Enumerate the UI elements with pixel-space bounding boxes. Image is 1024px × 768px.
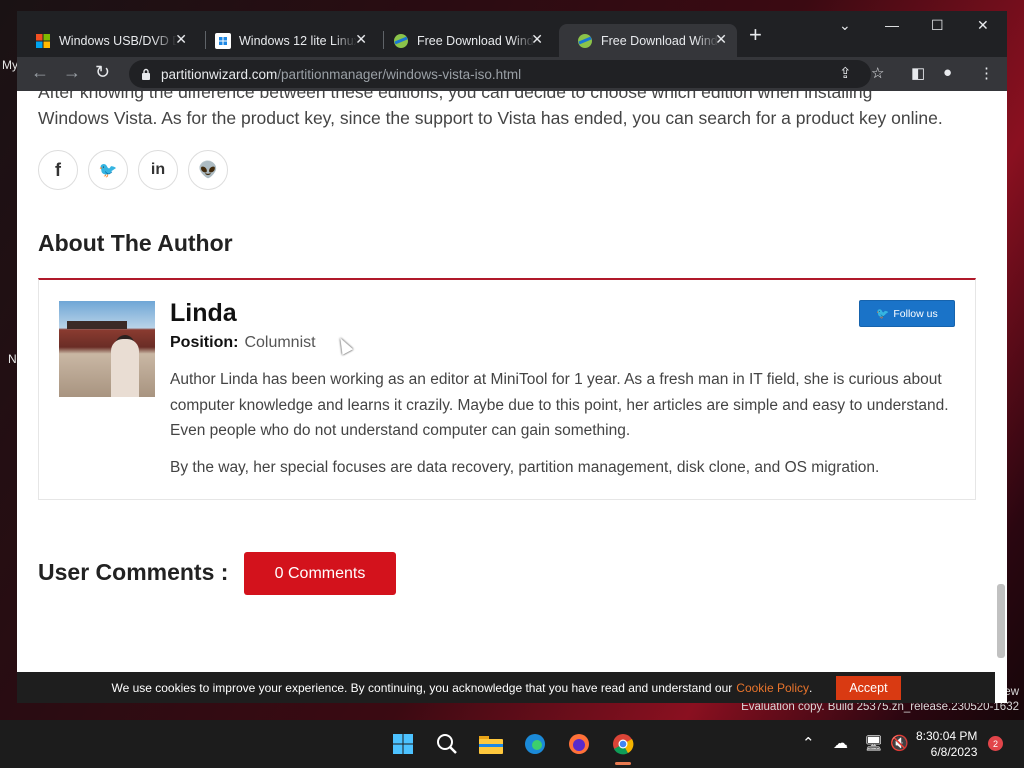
author-position: Position: Columnist — [170, 334, 316, 352]
position-label: Position: — [170, 334, 239, 351]
web-page: After knowing the difference between the… — [17, 91, 1007, 703]
tab-title: Free Download Wind — [417, 33, 534, 48]
tab-title: Windows USB/DVD D — [59, 33, 177, 48]
share-page-icon[interactable]: ⇪ — [839, 64, 852, 82]
cloud-off-icon[interactable]: ☁ — [833, 734, 848, 752]
tab-windows-12-lite[interactable]: Windows 12 lite Linux ✕ — [197, 24, 377, 57]
intro-line: Windows Vista. As for the product key, s… — [38, 108, 943, 128]
author-card: Linda Position: Columnist 🐦 Follow us Auth… — [38, 278, 976, 500]
tab-search-icon[interactable]: ⌄ — [839, 17, 851, 34]
back-icon[interactable]: ← — [31, 62, 49, 83]
edge-icon[interactable] — [523, 732, 547, 756]
partition-wizard-icon — [578, 33, 592, 48]
url-path: /partitionmanager/windows-vista-iso.html — [277, 66, 522, 82]
position-value: Columnist — [244, 334, 316, 351]
tab-close-icon[interactable]: ✕ — [715, 31, 727, 48]
tab-close-icon[interactable]: ✕ — [531, 31, 543, 48]
profile-icon[interactable]: ● — [943, 64, 952, 81]
about-author-heading: About The Author — [38, 230, 233, 256]
bookmark-star-icon[interactable]: ☆ — [871, 64, 884, 82]
cookie-banner: We use cookies to improve your experienc… — [17, 672, 995, 703]
browser-toolbar: ← → ↻ partitionwizard.com/partitionmanag… — [17, 57, 1007, 91]
forward-icon[interactable]: → — [63, 62, 81, 83]
intro-cut-line: After knowing the difference between the… — [38, 91, 873, 102]
menu-icon[interactable]: ⋮ — [979, 64, 994, 82]
network-icon[interactable]: 🖥 — [864, 734, 883, 752]
url-host: partitionwizard.com — [161, 66, 278, 82]
lock-icon — [142, 68, 150, 80]
clock-date: 6/8/2023 — [930, 745, 978, 759]
accept-cookies-button[interactable]: Accept — [836, 675, 901, 700]
tab-title: Free Download Wind — [601, 33, 718, 48]
twitter-icon[interactable]: 🐦 — [88, 150, 128, 190]
maximize-icon[interactable]: ☐ — [931, 17, 944, 34]
cookie-period: . — [808, 680, 813, 695]
author-name[interactable]: Linda — [170, 299, 237, 328]
notification-badge[interactable]: 2 — [988, 736, 1003, 751]
tab-close-icon[interactable]: ✕ — [175, 31, 187, 48]
bio-paragraph: By the way, her special focuses are data… — [170, 458, 880, 476]
author-photo — [59, 301, 155, 397]
desktop-label: My — [2, 58, 18, 72]
bio-paragraph: Author Linda has been working as an edit… — [170, 371, 949, 439]
facebook-icon[interactable]: f — [38, 150, 78, 190]
windows-logo-icon — [36, 33, 50, 48]
follow-us-button[interactable]: 🐦 Follow us — [859, 300, 955, 327]
tab-close-icon[interactable]: ✕ — [355, 31, 367, 48]
tab-windows-usb[interactable]: Windows USB/DVD D ✕ — [17, 24, 197, 57]
reload-icon[interactable]: ↻ — [95, 62, 110, 83]
taskbar-clock[interactable]: 8:30:04 PM 6/8/2023 — [916, 728, 977, 760]
taskbar: ⌃ ☁ 🖥 🔇 8:30:04 PM 6/8/2023 2 — [0, 720, 1024, 768]
new-tab-button[interactable]: + — [749, 24, 762, 46]
chevron-up-icon[interactable]: ⌃ — [802, 734, 815, 752]
author-bio: Author Linda has been working as an edit… — [170, 367, 950, 491]
tab-free-download-1[interactable]: Free Download Wind ✕ — [375, 24, 553, 57]
firefox-icon[interactable] — [567, 732, 591, 756]
user-comments-heading: User Comments : — [38, 559, 229, 585]
address-bar[interactable]: partitionwizard.com/partitionmanager/win… — [129, 60, 871, 88]
tab-title: Windows 12 lite Linux — [239, 33, 357, 48]
linkedin-icon[interactable]: in — [138, 150, 178, 190]
minimize-icon[interactable]: — — [885, 17, 899, 33]
cookie-text: We use cookies to improve your experienc… — [111, 680, 733, 695]
reddit-icon[interactable]: 👽 — [188, 150, 228, 190]
partition-wizard-icon — [394, 33, 408, 48]
volume-muted-icon[interactable]: 🔇 — [890, 734, 909, 752]
desktop-label: N — [8, 352, 17, 366]
clock-time: 8:30:04 PM — [916, 729, 978, 743]
tab-strip: Windows USB/DVD D ✕ Windows 12 lite Linu… — [17, 11, 1007, 57]
tab-free-download-active[interactable]: Free Download Wind ✕ — [559, 24, 737, 57]
page-scrollbar[interactable] — [997, 584, 1005, 658]
file-explorer-icon[interactable] — [479, 732, 503, 756]
chrome-icon[interactable] — [611, 732, 635, 756]
follow-label: Follow us — [893, 307, 938, 320]
start-windows-icon[interactable] — [391, 732, 415, 756]
intro-paragraph: After knowing the difference between the… — [38, 91, 978, 131]
page-favicon-icon — [215, 32, 231, 49]
browser-window: Windows USB/DVD D ✕ Windows 12 lite Linu… — [17, 11, 1007, 703]
close-window-icon[interactable]: ✕ — [977, 17, 989, 34]
search-icon[interactable] — [435, 732, 459, 756]
twitter-icon: 🐦 — [876, 308, 890, 320]
comments-button[interactable]: 0 Comments — [244, 552, 396, 595]
active-app-indicator — [615, 762, 631, 765]
cookie-policy-link[interactable]: Cookie Policy — [736, 681, 809, 695]
side-panel-icon[interactable]: ◧ — [911, 64, 925, 82]
